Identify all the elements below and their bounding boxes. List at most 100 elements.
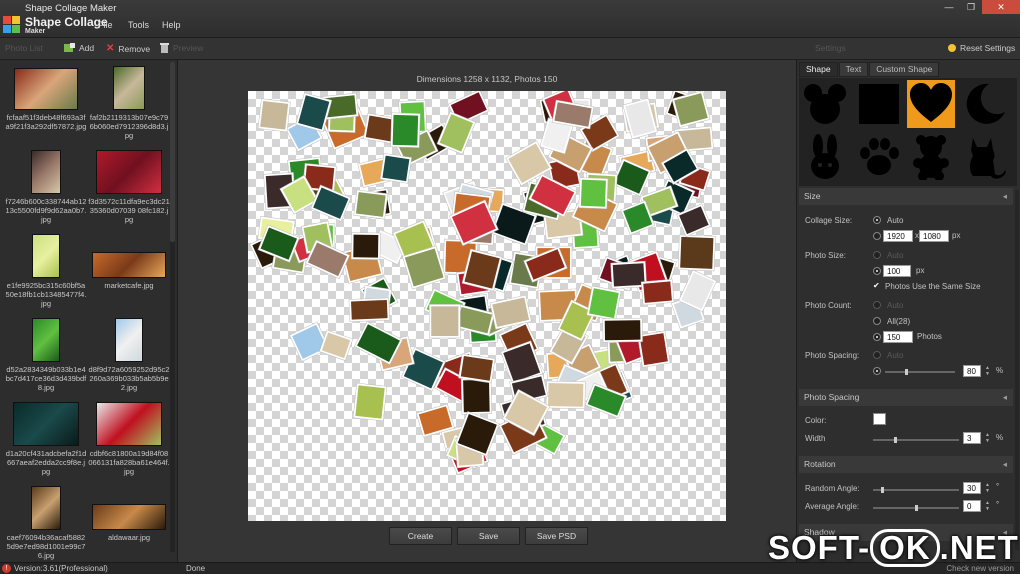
info-icon: !	[2, 564, 11, 573]
photo-spacing-auto-radio[interactable]	[873, 351, 881, 359]
photo-spacing-custom-radio[interactable]	[873, 367, 881, 375]
border-width-label: Width	[805, 434, 826, 443]
remove-button[interactable]: ✕ Remove	[106, 43, 150, 54]
photo-spacing-slider[interactable]	[885, 369, 955, 375]
menu-tools[interactable]: Tools	[128, 20, 149, 30]
photo-list-item[interactable]: d8f9d72a6059252d95c2260a369b033b5ab5b9e2…	[88, 318, 170, 392]
preview-area: Dimensions 1258 x 1132, Photos 150 Creat…	[178, 60, 796, 562]
slider-knob[interactable]	[905, 369, 908, 375]
photo-list-item[interactable]: f3d3572c11dfa9ec3dc2135360d07039 08fc182…	[88, 150, 170, 224]
remove-x-icon: ✕	[106, 43, 115, 54]
save-button[interactable]: Save	[457, 527, 520, 545]
same-size-checkbox[interactable]: ✔	[873, 282, 881, 290]
heart-collage	[249, 91, 718, 475]
spinner-icon[interactable]: ▲ ▼	[984, 365, 991, 377]
slider-knob[interactable]	[881, 487, 884, 493]
border-section-header[interactable]: Photo Spacing ◂	[799, 389, 1013, 406]
collage-size-auto-radio[interactable]	[873, 216, 881, 224]
minimize-button[interactable]: —	[938, 0, 960, 14]
settings-tabs: Shape Text Custom Shape	[799, 62, 940, 77]
photo-list-item[interactable]: d1a20cf431adcbefa2f1d667aeaf2edda2cc9f8e…	[5, 402, 87, 476]
collage-photo	[677, 234, 716, 272]
collage-size-custom-radio[interactable]	[873, 232, 881, 240]
random-angle-slider[interactable]	[873, 487, 959, 493]
tab-shape[interactable]: Shape	[799, 62, 838, 77]
paw-icon[interactable]	[855, 133, 903, 181]
photo-filename: d8f9d72a6059252d95c2260a369b033b5ab5b9e2…	[88, 365, 170, 392]
collage-photo	[379, 153, 412, 184]
heart-icon[interactable]	[907, 80, 955, 128]
average-angle-slider[interactable]	[873, 505, 959, 511]
border-width-unit: %	[996, 433, 1004, 442]
collage-size-label: Collage Size:	[805, 216, 853, 225]
photo-list-item[interactable]: f7246b600c338744ab1213c5500fd9f9d62aa0b7…	[5, 150, 87, 224]
average-angle-input[interactable]: 0	[963, 500, 981, 512]
spinner-icon[interactable]: ▲ ▼	[984, 482, 991, 494]
photo-size-input[interactable]: 100	[883, 265, 911, 277]
border-color-swatch[interactable]	[873, 413, 886, 425]
photo-thumbnail	[32, 234, 60, 278]
tab-custom-shape[interactable]: Custom Shape	[869, 62, 940, 77]
photo-count-input[interactable]: 150	[883, 331, 913, 343]
reset-settings-button[interactable]: Reset Settings	[948, 43, 1015, 53]
photo-list-item[interactable]: faf2b2119313b07e9c796b060ed7912396d8d3.j…	[88, 66, 170, 140]
photo-filename: f7246b600c338744ab1213c5500fd9f9d62aa0b7…	[5, 197, 87, 224]
close-button[interactable]: ✕	[982, 0, 1020, 14]
tab-text[interactable]: Text	[838, 62, 869, 77]
create-button[interactable]: Create	[389, 527, 452, 545]
save-psd-button[interactable]: Save PSD	[525, 527, 588, 545]
shape-grid	[799, 78, 1017, 186]
clear-button[interactable]: Preview	[160, 43, 203, 53]
border-color-label: Color:	[805, 416, 827, 425]
photo-list-item[interactable]: d52a2834349b033b1e4bc7d417ce36d3d439bdf8…	[5, 318, 87, 392]
cat-icon[interactable]	[961, 133, 1009, 181]
spinner-icon[interactable]: ▲ ▼	[984, 432, 991, 444]
photo-count-auto-radio[interactable]	[873, 301, 881, 309]
watermark-ok: OK	[870, 529, 940, 567]
menu-help[interactable]: Help	[162, 20, 181, 30]
add-button[interactable]: Add	[64, 43, 94, 53]
border-width-slider[interactable]	[873, 437, 959, 443]
restore-button[interactable]: ❐	[960, 0, 982, 14]
photo-list-item[interactable]: marketcafe.jpg	[88, 234, 170, 290]
photo-size-label: Photo Size:	[805, 251, 846, 260]
rotation-section-header[interactable]: Rotation ◂	[799, 456, 1013, 473]
collage-width-input[interactable]: 1920	[883, 230, 913, 242]
square-icon[interactable]	[855, 80, 903, 128]
photo-list-panel[interactable]: fcfaaf51f3deb48f693a3fa9f21f3a292df57872…	[0, 60, 178, 562]
photo-list-item[interactable]: cdbf6c81800a19d84f08066131fa828ba61e464f…	[88, 402, 170, 476]
photo-list-item[interactable]: aldawaar.jpg	[88, 486, 170, 542]
size-section-header[interactable]: Size ◂	[799, 188, 1013, 205]
photo-list-scrollbar[interactable]	[170, 62, 175, 552]
settings-panel: Shape Text Custom Shape Size ◂ Collage S…	[796, 60, 1020, 562]
rotation-section-title: Rotation	[804, 459, 836, 469]
rabbit-icon[interactable]	[801, 133, 849, 181]
collage-canvas[interactable]	[248, 91, 726, 521]
photo-size-custom-radio[interactable]	[873, 267, 881, 275]
photo-spacing-input[interactable]: 80	[963, 365, 981, 377]
crescent-moon-icon[interactable]	[961, 80, 1009, 128]
collage-photo	[428, 304, 461, 339]
mickey-icon[interactable]	[801, 80, 849, 128]
average-angle-label: Average Angle:	[805, 502, 860, 511]
app-name: Shape Collage	[25, 15, 108, 29]
settings-scrollbar[interactable]	[1015, 190, 1019, 550]
slider-knob[interactable]	[915, 505, 918, 511]
photo-count-custom-radio[interactable]	[873, 333, 881, 341]
border-width-input[interactable]: 3	[963, 432, 981, 444]
random-angle-input[interactable]: 30	[963, 482, 981, 494]
collage-size-unit: px	[952, 231, 961, 240]
photo-list-item[interactable]: caef76094b36acaf58825d9e7ed98d1001e99c76…	[5, 486, 87, 560]
photo-size-auto-radio[interactable]	[873, 251, 881, 259]
slider-knob[interactable]	[894, 437, 897, 443]
bear-icon[interactable]	[907, 133, 955, 181]
photo-count-all-radio[interactable]	[873, 317, 881, 325]
menu-file[interactable]: File	[98, 20, 113, 30]
spinner-icon[interactable]: ▲ ▼	[984, 500, 991, 512]
average-angle-unit: °	[996, 500, 1000, 509]
collage-height-input[interactable]: 1080	[919, 230, 949, 242]
random-angle-label: Random Angle:	[805, 484, 860, 493]
photo-list-item[interactable]: fcfaaf51f3deb48f693a3fa9f21f3a292df57872…	[5, 66, 87, 131]
app-name-sub: Maker	[25, 28, 46, 35]
photo-list-item[interactable]: e1fe9925bc315c60bf5a50e18fb1cb13485477f4…	[5, 234, 87, 308]
